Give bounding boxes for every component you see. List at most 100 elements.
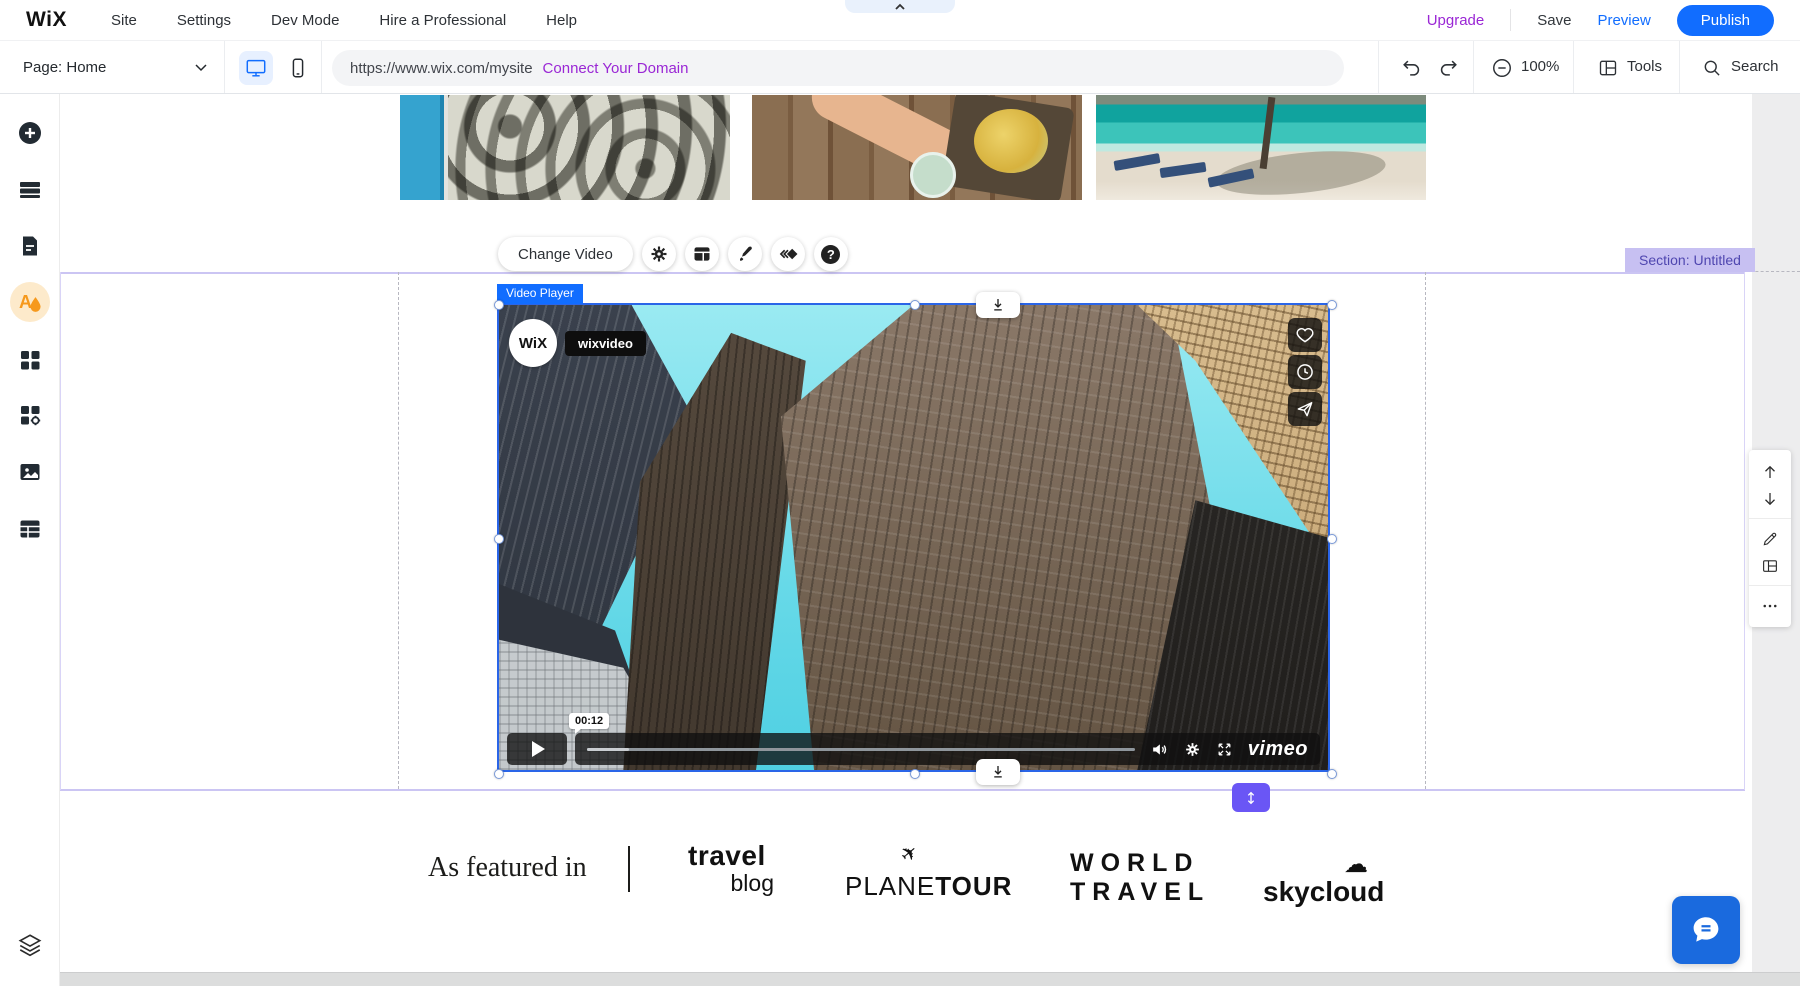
main-menu: Site Settings Dev Mode Hire a Profession… (111, 12, 577, 29)
change-video-button[interactable]: Change Video (498, 237, 633, 271)
resize-handle[interactable] (1327, 300, 1337, 310)
app-market-icon (18, 348, 42, 372)
redo-button[interactable] (1436, 56, 1460, 80)
logo-travel-blog[interactable]: travel blog (688, 842, 774, 895)
animation-button[interactable] (771, 237, 805, 271)
undo-button[interactable] (1400, 56, 1424, 80)
resize-handle[interactable] (910, 769, 920, 779)
photo-greek-street[interactable] (400, 95, 730, 200)
media-button[interactable] (17, 459, 43, 485)
photo-beach[interactable] (1096, 95, 1426, 200)
save-button[interactable]: Save (1537, 12, 1571, 29)
zoom-out-button[interactable] (1490, 56, 1514, 80)
resize-handle[interactable] (1327, 534, 1337, 544)
divider (224, 41, 225, 93)
mobile-view-toggle[interactable] (281, 51, 315, 85)
publish-button[interactable]: Publish (1677, 5, 1774, 36)
section-name-label[interactable]: Section: Untitled (1625, 248, 1755, 272)
progress-bar[interactable] (587, 748, 1135, 751)
channel-name[interactable]: wixvideo (565, 331, 646, 356)
paper-plane-icon (1295, 399, 1315, 419)
volume-icon[interactable] (1150, 740, 1169, 759)
connect-domain-link[interactable]: Connect Your Domain (543, 60, 689, 77)
plane-icon: ✈ (895, 839, 924, 869)
section-resize-button[interactable] (1232, 783, 1270, 812)
logo-text: blog (688, 872, 774, 895)
divider (1749, 518, 1791, 519)
divider (628, 846, 630, 892)
resize-handle[interactable] (494, 534, 504, 544)
pages-button[interactable] (17, 233, 43, 259)
settings-button[interactable] (642, 237, 676, 271)
search-button[interactable] (1700, 56, 1724, 80)
move-down-button[interactable] (1749, 485, 1791, 512)
add-section-button[interactable] (17, 177, 43, 203)
section-right-edge (1744, 272, 1745, 790)
site-url: https://www.wix.com/mysite (350, 60, 533, 77)
add-elements-button[interactable] (17, 120, 43, 146)
section-top-boundary (60, 272, 1745, 274)
video-side-actions (1288, 318, 1322, 426)
site-url-bar[interactable]: https://www.wix.com/mysite Connect Your … (332, 50, 1344, 86)
logo-world-travel[interactable]: WORLD TRAVEL (1070, 849, 1210, 907)
redo-icon (1437, 57, 1459, 79)
tools-button[interactable] (1596, 56, 1620, 80)
page-selector-dropdown[interactable]: Page: Home (23, 41, 209, 93)
divider (321, 41, 322, 93)
video-player-element[interactable]: Video Player WiX wixvideo (497, 303, 1330, 772)
move-up-button[interactable] (1749, 458, 1791, 485)
resize-handle[interactable] (910, 300, 920, 310)
wix-logo[interactable]: WiX (26, 8, 67, 32)
arrow-down-to-line-icon (989, 296, 1007, 314)
resize-handle[interactable] (494, 769, 504, 779)
content-manager-button[interactable] (17, 516, 43, 542)
divider (1378, 41, 1379, 93)
like-button[interactable] (1288, 318, 1322, 352)
editor-sidebar: A (0, 94, 60, 986)
preview-button[interactable]: Preview (1597, 12, 1650, 29)
upgrade-link[interactable]: Upgrade (1427, 12, 1485, 29)
play-button[interactable] (507, 733, 567, 765)
element-action-toolbar: Change Video ? (498, 237, 848, 271)
arrow-down-icon (1761, 490, 1779, 508)
help-chat-button[interactable] (1672, 896, 1740, 964)
design-button[interactable] (728, 237, 762, 271)
layers-button[interactable] (17, 932, 43, 958)
app-market-button[interactable] (17, 347, 43, 373)
layout-button[interactable] (685, 237, 719, 271)
search-icon (1702, 58, 1722, 78)
menu-item-help[interactable]: Help (546, 12, 577, 29)
menu-item-settings[interactable]: Settings (177, 12, 231, 29)
section-layout-button[interactable] (1749, 552, 1791, 579)
fullscreen-icon[interactable] (1216, 741, 1233, 758)
topbar-actions: Upgrade Save Preview Publish (1427, 5, 1774, 36)
share-button[interactable] (1288, 392, 1322, 426)
channel-avatar[interactable]: WiX (509, 319, 557, 367)
photo-food-table[interactable] (752, 95, 1082, 200)
my-business-button[interactable] (17, 402, 43, 428)
watch-later-button[interactable] (1288, 355, 1322, 389)
resize-handle[interactable] (1327, 769, 1337, 779)
tools-label[interactable]: Tools (1627, 58, 1662, 75)
stretch-handle-top[interactable] (976, 292, 1020, 318)
menu-item-dev-mode[interactable]: Dev Mode (271, 12, 339, 29)
site-design-button[interactable]: A (10, 282, 50, 322)
stretch-handle-bottom[interactable] (976, 759, 1020, 785)
add-section-icon (18, 178, 42, 202)
search-label[interactable]: Search (1731, 58, 1779, 75)
featured-heading[interactable]: As featured in (428, 852, 587, 884)
undo-icon (1401, 57, 1423, 79)
add-elements-icon (17, 120, 43, 146)
menu-item-site[interactable]: Site (111, 12, 137, 29)
desktop-view-toggle[interactable] (239, 51, 273, 85)
zoom-level: 100% (1521, 58, 1559, 75)
vimeo-logo[interactable]: vimeo (1248, 738, 1308, 761)
edit-section-button[interactable] (1749, 525, 1791, 552)
more-actions-button[interactable] (1749, 592, 1791, 619)
collapse-banner-tab[interactable] (845, 0, 955, 13)
menu-item-hire-professional[interactable]: Hire a Professional (379, 12, 506, 29)
grid-line (1425, 272, 1426, 789)
gear-icon[interactable] (1184, 741, 1201, 758)
resize-handle[interactable] (494, 300, 504, 310)
help-button[interactable]: ? (814, 237, 848, 271)
